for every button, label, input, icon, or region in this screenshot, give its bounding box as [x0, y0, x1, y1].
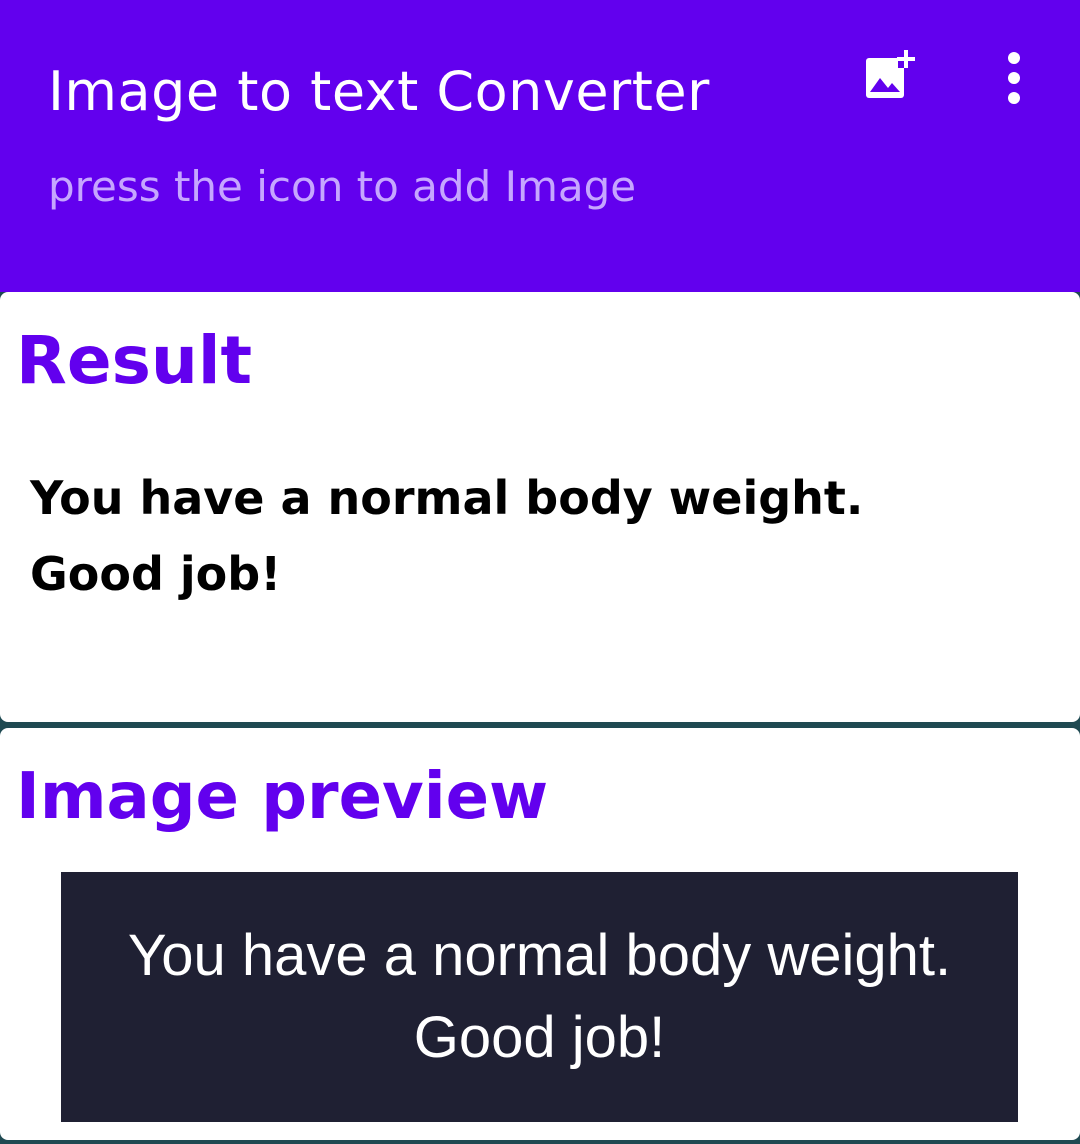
result-title: Result: [16, 322, 253, 399]
result-card: Result You have a normal body weight. Go…: [0, 292, 1080, 722]
more-vert-icon: [1008, 52, 1020, 104]
app-subtitle: press the icon to add Image: [48, 162, 637, 211]
preview-image: You have a normal body weight. Good job!: [61, 872, 1018, 1122]
app-bar: Image to text Converter press the icon t…: [0, 0, 1080, 292]
add-photo-icon: [866, 50, 915, 98]
result-text: You have a normal body weight. Good job!: [30, 471, 864, 601]
image-preview-title: Image preview: [16, 760, 549, 834]
app-title: Image to text Converter: [48, 60, 710, 123]
add-image-button[interactable]: [852, 40, 924, 112]
preview-image-text: You have a normal body weight. Good job!: [127, 923, 952, 1070]
more-options-button[interactable]: [986, 44, 1042, 108]
image-preview-card: Image preview You have a normal body wei…: [0, 728, 1080, 1140]
